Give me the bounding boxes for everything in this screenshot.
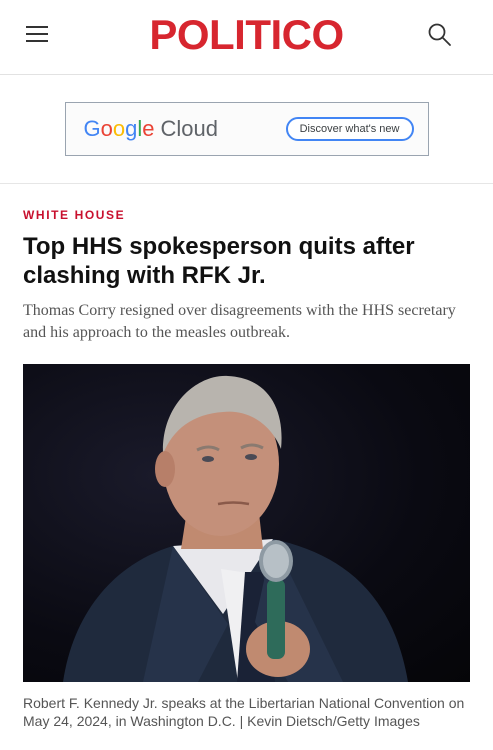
brand-letter: o [112, 116, 126, 141]
article-dek: Thomas Corry resigned over disagreements… [23, 302, 456, 341]
article: WHITE HOUSE Top HHS spokesperson quits a… [0, 208, 493, 730]
brand-product: Cloud [160, 116, 218, 141]
brand-letter: g [125, 116, 138, 141]
section-label[interactable]: WHITE HOUSE [23, 208, 470, 222]
hamburger-menu-icon[interactable] [26, 26, 48, 46]
article-photo [23, 364, 470, 682]
google-cloud-ad[interactable]: Google Cloud Discover what's new [64, 102, 429, 156]
search-icon[interactable] [427, 22, 453, 48]
brand-letter: e [142, 116, 155, 141]
photo-caption: Robert F. Kennedy Jr. speaks at the Libe… [23, 695, 465, 729]
politico-logo[interactable]: POLITICO [149, 14, 344, 56]
site-header: POLITICO [0, 0, 493, 75]
headline: Top HHS spokesperson quits after clashin… [23, 233, 415, 289]
ad-banner-area: Google Cloud Discover what's new [0, 75, 493, 184]
discover-button[interactable]: Discover what's new [285, 117, 414, 141]
brand-letter: G [83, 116, 101, 141]
google-cloud-brand: Google Cloud [84, 116, 219, 142]
brand-letter: o [100, 116, 113, 141]
